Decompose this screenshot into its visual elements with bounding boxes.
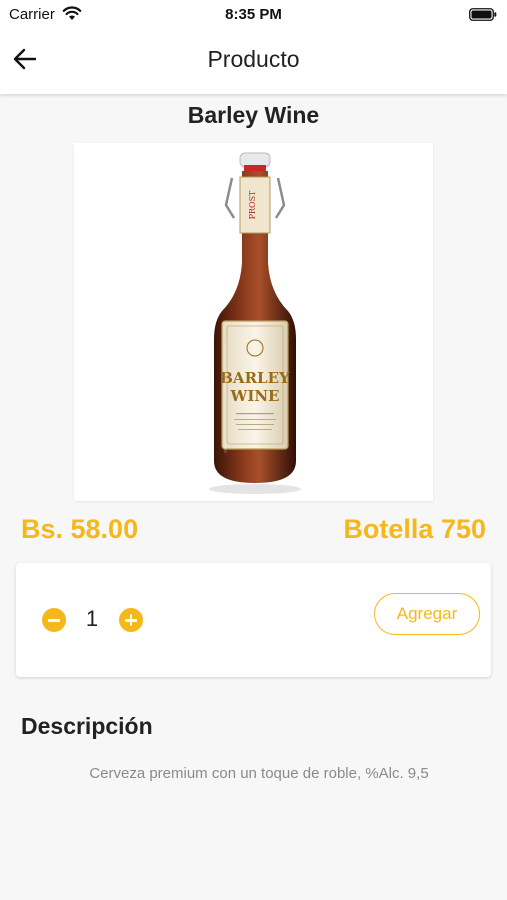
neck-label-text: PROST [248,190,257,219]
quantity-value: 1 [85,606,99,631]
label-text-line1: BARLEY [220,369,290,387]
quantity-card: 1 Agregar [16,563,491,677]
product-image: PROST BARLEY WINE [74,143,433,501]
add-button[interactable]: Agregar [374,593,480,635]
beer-bottle-illustration: PROST BARLEY WINE [209,152,301,494]
plus-circle-icon[interactable] [119,608,143,632]
app-bar: Producto [0,28,507,94]
product-price: Bs. 58.00 [21,514,139,544]
battery-icon [469,8,497,26]
product-presentation: Botella 750 [343,514,486,544]
status-time: 8:35 PM [225,6,282,23]
label-text-line2: WINE [229,387,279,405]
status-bar: Carrier 8:35 PM [0,0,507,28]
description-title: Descripción [21,713,153,739]
product-name: Barley Wine [187,102,320,128]
page-title: Producto [207,46,300,72]
description-text: Cerveza premium con un toque de roble, %… [89,765,429,782]
minus-circle-icon[interactable] [42,608,66,632]
